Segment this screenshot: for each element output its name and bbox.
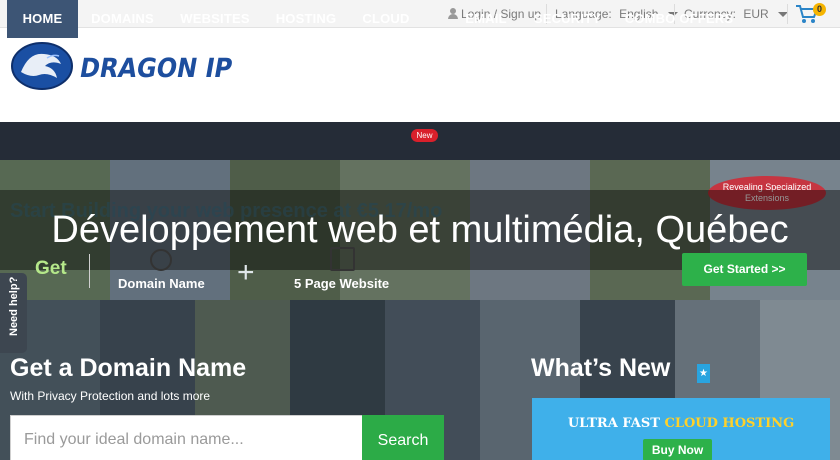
new-badge: New <box>411 129 438 142</box>
logo-text[interactable]: DRAGON IP <box>77 53 234 84</box>
nav-websites[interactable]: WEBSITES <box>168 0 262 38</box>
nav-hosting[interactable]: HOSTING <box>262 0 350 38</box>
need-help-label: Need help? <box>8 276 20 336</box>
domain-search-input[interactable] <box>10 415 362 460</box>
divider <box>89 254 90 288</box>
star-icon: ★ <box>697 364 710 383</box>
divider <box>787 4 788 24</box>
promo-text: ULTRA FAST CLOUD HOSTING <box>532 416 830 431</box>
currency-value: EUR <box>743 7 769 21</box>
overlay-title: Développement web et multimédia, Québec <box>51 209 789 251</box>
nav-combo-offers[interactable]: COMBO OFFERS <box>614 0 744 38</box>
get-text: Get <box>35 258 67 279</box>
search-button[interactable]: Search <box>362 415 444 460</box>
promo-prefix: ULTRA FAST <box>567 416 665 431</box>
globe-icon <box>150 249 172 271</box>
domain-section-title: Get a Domain Name <box>10 354 247 382</box>
promo-highlight: CLOUD HOSTING <box>664 416 795 431</box>
nav-cloud[interactable]: CLOUD <box>350 0 422 38</box>
dragon-logo-icon[interactable] <box>11 42 73 90</box>
nav-email[interactable]: EMAIL <box>452 0 520 38</box>
whats-new-title: What’s New <box>531 354 671 382</box>
nav-home[interactable]: HOME <box>7 0 78 38</box>
domain-section-subtitle: With Privacy Protection and lots more <box>10 389 211 403</box>
plus-icon: + <box>237 256 255 289</box>
document-icon <box>330 247 355 271</box>
cart-count-badge: 0 <box>813 3 826 16</box>
nav-security[interactable]: SECURITY <box>521 0 614 38</box>
buy-now-button[interactable]: Buy Now <box>643 439 712 460</box>
nav-domains[interactable]: DOMAINS <box>78 0 167 38</box>
get-started-button[interactable]: Get Started >> <box>682 253 807 286</box>
feature-5-page-website: 5 Page Website <box>294 276 390 291</box>
feature-domain-name: Domain Name <box>118 276 205 291</box>
